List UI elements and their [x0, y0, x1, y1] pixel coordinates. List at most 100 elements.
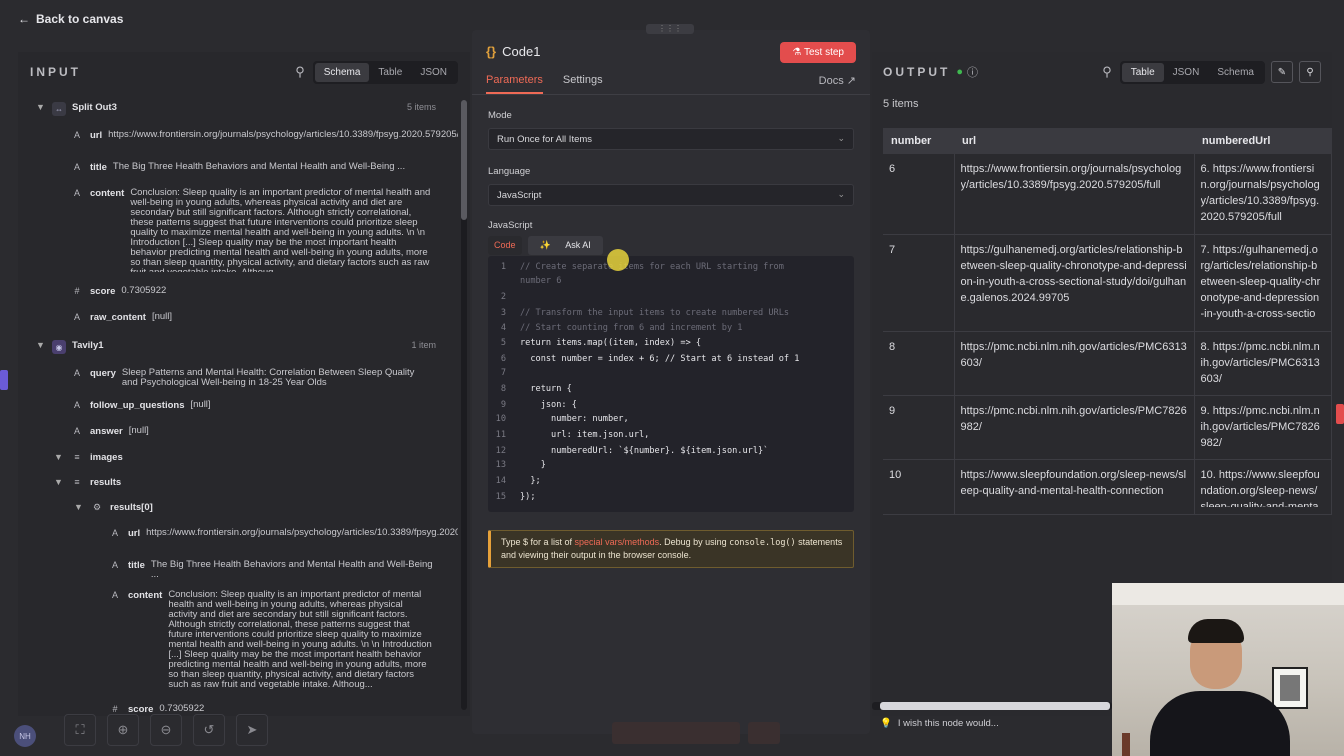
code-line[interactable]: 11 url: item.json.url, [488, 430, 854, 444]
code-line[interactable]: 5 return items.map((item, index) => { [488, 338, 854, 352]
table-cell[interactable]: 8. https://pmc.ncbi.nlm.nih.gov/articles… [1194, 331, 1332, 396]
info-icon[interactable]: ⓘ [967, 64, 978, 80]
scrollbar-thumb[interactable] [880, 702, 1110, 710]
search-icon[interactable]: ⚲ [1102, 64, 1112, 80]
chevron-down-icon[interactable]: ▼ [54, 477, 64, 487]
trash-icon[interactable] [748, 722, 780, 744]
pencil-icon[interactable]: ✎ [1271, 61, 1293, 83]
field-content[interactable]: A content Conclusion: Sleep quality is a… [70, 188, 450, 272]
field-results[interactable]: ▼ ≡ results [54, 477, 434, 488]
code-line[interactable]: 1 // Create separate items for each URL s… [488, 262, 854, 276]
code-line[interactable]: 12 numberedUrl: `${number}. ${item.json.… [488, 446, 854, 460]
table-row[interactable]: 10 https://www.sleepfoundation.org/sleep-… [883, 459, 1332, 515]
special-vars-link[interactable]: special vars/methods [575, 537, 660, 547]
table-cell[interactable]: 6. https://www.frontiersin.org/journals/… [1194, 154, 1332, 235]
table-cell[interactable]: 7. https://gulhanemedj.org/articles/rela… [1194, 234, 1332, 332]
table-row[interactable]: 9 https://pmc.ncbi.nlm.nih.gov/articles/P… [883, 395, 1332, 460]
scrollbar-thumb[interactable] [461, 100, 467, 220]
output-view-schema[interactable]: Schema [1208, 63, 1263, 82]
input-view-schema[interactable]: Schema [314, 62, 370, 82]
code-line[interactable]: 10 number: number, [488, 414, 854, 428]
code-line[interactable]: 6 const number = index + 6; // Start at … [488, 354, 854, 368]
side-tab-left[interactable] [0, 370, 8, 390]
input-view-table[interactable]: Table [369, 63, 411, 82]
field-title[interactable]: A title The Big Three Health Behaviors a… [70, 162, 450, 174]
field-images[interactable]: ▼ ≡ images [54, 452, 434, 463]
chevron-down-icon[interactable]: ▼ [74, 502, 84, 512]
chevron-down-icon[interactable]: ▼ [36, 340, 46, 350]
code-line[interactable]: 15}); [488, 492, 854, 506]
undo-icon[interactable]: ↺ [193, 714, 225, 746]
avatar[interactable]: NH [14, 725, 36, 747]
table-cell[interactable]: 6 [883, 154, 955, 235]
code-line[interactable]: 14 }; [488, 476, 854, 490]
table-cell[interactable]: https://pmc.ncbi.nlm.nih.gov/articles/PM… [954, 395, 1195, 460]
field-result-title[interactable]: A title The Big Three Health Behaviors a… [108, 560, 458, 580]
tree-node-tavily[interactable]: ▼ ◉ Tavily1 1 item [36, 340, 456, 354]
execute-workflow-button[interactable] [612, 722, 740, 744]
table-cell[interactable]: https://gulhanemedj.org/articles/relatio… [954, 234, 1195, 332]
output-horizontal-scrollbar[interactable] [872, 702, 1112, 710]
input-scrollbar[interactable] [461, 100, 467, 710]
table-cell[interactable]: 9. https://pmc.ncbi.nlm.nih.gov/articles… [1194, 395, 1332, 460]
field-query[interactable]: A query Sleep Patterns and Mental Health… [70, 368, 450, 388]
tree-node-split-out[interactable]: ▼ ⇔ Split Out3 5 items [36, 102, 456, 116]
table-cell[interactable]: 10 [883, 459, 955, 515]
test-step-button[interactable]: ⚗ Test step [780, 42, 856, 63]
table-row[interactable]: 7 https://gulhanemedj.org/articles/relati… [883, 234, 1332, 332]
field-result-content[interactable]: A content Conclusion: Sleep quality is a… [108, 590, 458, 694]
field-raw-content[interactable]: A raw_content [null] [70, 312, 450, 324]
language-select[interactable]: JavaScript ⌄ [488, 184, 854, 206]
code-line[interactable]: 8 return { [488, 384, 854, 398]
back-to-canvas-link[interactable]: ← Back to canvas [18, 12, 123, 26]
ask-ai-button[interactable]: ✨ Ask AI [527, 236, 603, 255]
zoom-out-icon[interactable]: ⊖ [150, 714, 182, 746]
field-score[interactable]: # score 0.7305922 [70, 286, 450, 298]
field-result-url[interactable]: A url https://www.frontiersin.org/journa… [108, 528, 458, 540]
chevron-down-icon[interactable]: ▼ [36, 102, 46, 112]
code-editor[interactable]: 1 // Create separate items for each URL s… [488, 256, 854, 512]
table-cell[interactable]: 8 [883, 331, 955, 396]
output-view-table[interactable]: Table [1121, 62, 1164, 82]
search-icon[interactable]: ⚲ [295, 64, 305, 80]
field-follow-up-questions[interactable]: A follow_up_questions [null] [70, 400, 450, 412]
table-row[interactable]: 8 https://pmc.ncbi.nlm.nih.gov/articles/P… [883, 331, 1332, 396]
tab-parameters[interactable]: Parameters [486, 74, 543, 94]
zoom-in-icon[interactable]: ⊕ [107, 714, 139, 746]
field-url[interactable]: A url https://www.frontiersin.org/journa… [70, 130, 458, 142]
pin-icon[interactable]: ⚲ [1299, 61, 1321, 83]
fit-view-icon[interactable]: ⛶ [64, 714, 96, 746]
drag-handle-icon[interactable]: ⋮⋮⋮ [646, 24, 694, 34]
input-view-json[interactable]: JSON [411, 63, 456, 82]
table-cell[interactable]: https://pmc.ncbi.nlm.nih.gov/articles/PM… [954, 331, 1195, 396]
column-header[interactable]: numberedUrl [1194, 128, 1332, 154]
field-results-0[interactable]: ▼ ⚙ results[0] [74, 502, 454, 513]
mode-select[interactable]: Run Once for All Items ⌄ [488, 128, 854, 150]
table-cell[interactable]: 7 [883, 234, 955, 332]
field-answer[interactable]: A answer [null] [70, 426, 450, 438]
column-header[interactable]: url [954, 128, 1194, 154]
docs-link[interactable]: Docs ↗ [819, 74, 856, 87]
column-header[interactable]: number [883, 128, 954, 154]
code-line[interactable]: 4 // Start counting from 6 and increment … [488, 323, 854, 337]
tab-code[interactable]: Code [488, 236, 522, 255]
table-cell[interactable]: 9 [883, 395, 955, 460]
code-line[interactable]: 9 json: { [488, 400, 854, 414]
tab-settings[interactable]: Settings [563, 74, 603, 94]
node-title[interactable]: {} Code1 [486, 44, 540, 59]
code-line[interactable]: 7 [488, 368, 854, 382]
cursor-icon[interactable]: ➤ [236, 714, 268, 746]
table-cell[interactable]: https://www.sleepfoundation.org/sleep-ne… [954, 459, 1195, 515]
chevron-down-icon[interactable]: ▼ [54, 452, 64, 462]
table-cell[interactable]: https://www.frontiersin.org/journals/psy… [954, 154, 1195, 235]
side-tab-right[interactable] [1336, 404, 1344, 424]
code-line[interactable]: number 6 [488, 276, 854, 290]
table-row[interactable]: 6 https://www.frontiersin.org/journals/ps… [883, 154, 1332, 235]
output-view-json[interactable]: JSON [1164, 63, 1209, 82]
table-cell[interactable]: 10. https://www.sleepfoundation.org/slee… [1194, 459, 1332, 515]
code-line[interactable]: 3 // Transform the input items to create … [488, 308, 854, 322]
feedback-prompt[interactable]: 💡 I wish this node would... [880, 718, 999, 729]
code-line[interactable]: 13 } [488, 460, 854, 474]
tip-code: console.log() [729, 538, 796, 548]
code-line[interactable]: 2 [488, 292, 854, 306]
